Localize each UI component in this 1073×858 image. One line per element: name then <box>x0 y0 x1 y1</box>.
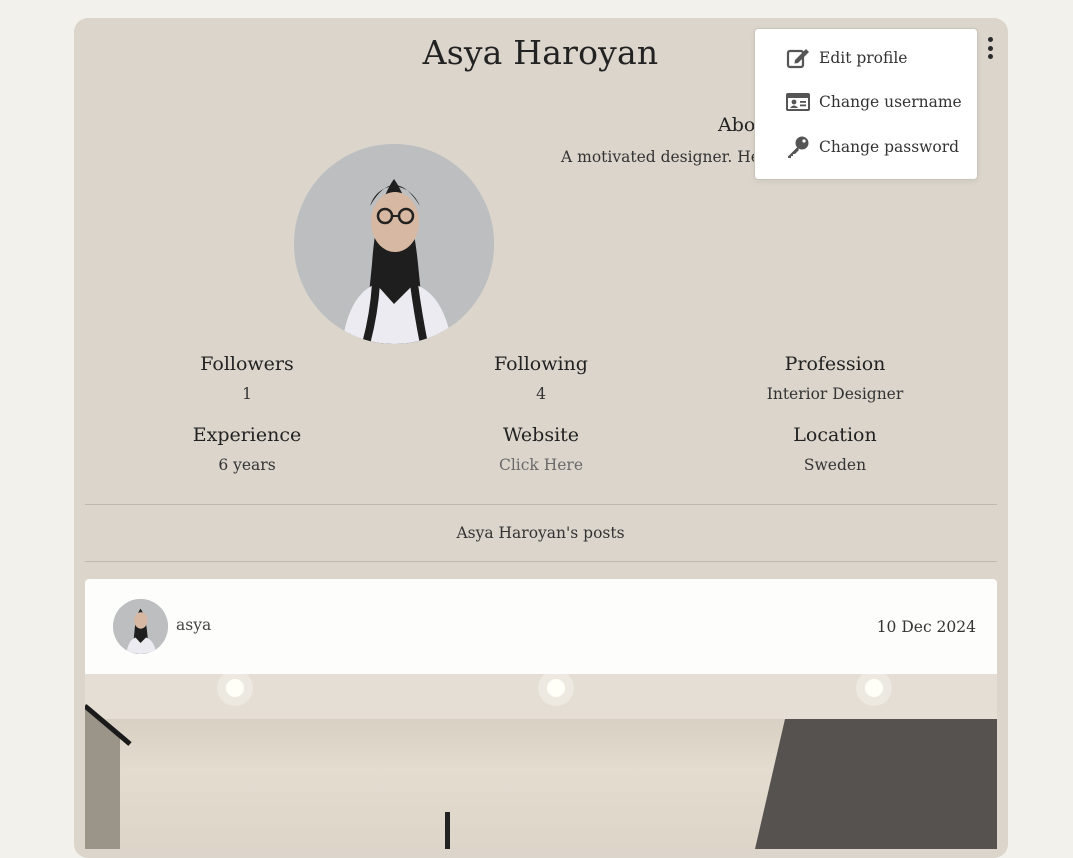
id-card-icon <box>785 90 811 114</box>
stat-value: 6 years <box>218 456 276 474</box>
key-icon <box>785 135 811 159</box>
menu-item-label: Change password <box>819 138 960 156</box>
post-card: asya 10 Dec 2024 <box>85 579 997 849</box>
about-text: A motivated designer. Here <box>561 148 777 166</box>
menu-item-label: Edit profile <box>819 49 908 67</box>
menu-item-label: Change username <box>819 93 962 111</box>
post-username[interactable]: asya <box>176 616 211 634</box>
menu-item-change-password[interactable]: Change password <box>785 135 959 159</box>
stat-label: Profession <box>784 353 886 375</box>
stat-location: Location Sweden <box>685 424 985 474</box>
stat-value: 1 <box>242 385 252 403</box>
profile-options-menu: Edit profile Change username Change pass… <box>754 28 978 180</box>
post-image[interactable] <box>85 670 997 849</box>
menu-item-change-username[interactable]: Change username <box>785 90 962 114</box>
stat-label: Experience <box>192 424 302 446</box>
stat-value: Sweden <box>803 456 867 474</box>
menu-item-edit-profile[interactable]: Edit profile <box>785 46 907 70</box>
stat-label: Website <box>502 424 580 446</box>
stat-experience: Experience 6 years <box>97 424 397 474</box>
post-date: 10 Dec 2024 <box>876 618 976 636</box>
stat-value: 4 <box>536 385 546 403</box>
post-avatar[interactable] <box>113 599 168 654</box>
stat-value: Interior Designer <box>766 385 904 403</box>
stat-profession: Profession Interior Designer <box>685 353 985 403</box>
stat-label: Following <box>494 353 588 375</box>
stat-label: Location <box>793 424 877 446</box>
website-link[interactable]: Click Here <box>391 456 691 474</box>
edit-icon <box>785 46 811 70</box>
divider <box>85 504 997 505</box>
stat-followers[interactable]: Followers 1 <box>97 353 397 403</box>
stat-label: Followers <box>200 353 294 375</box>
stat-following[interactable]: Following 4 <box>391 353 691 403</box>
divider <box>85 561 997 562</box>
posts-heading: Asya Haroyan's posts <box>456 524 625 542</box>
stat-website: Website Click Here <box>391 424 691 474</box>
profile-avatar <box>294 144 494 344</box>
